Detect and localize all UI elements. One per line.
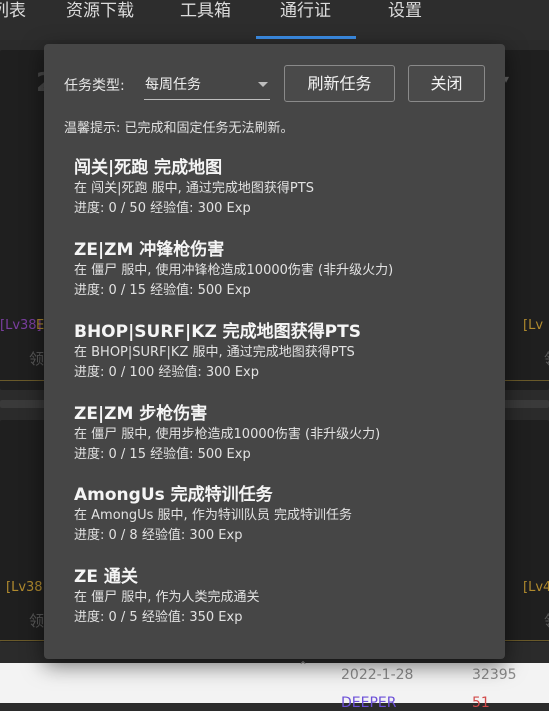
task-description: 在 僵尸 服中, 作为人类完成通关 [74,590,260,605]
task-type-select[interactable]: 每周任务 [144,68,270,100]
task-progress: 进度: 0 / 15 经验值: 500 Exp [74,283,251,298]
hint-text: 温馨提示: 已完成和固定任务无法刷新。 [64,121,294,136]
task-description: 在 僵尸 服中, 使用步枪造成10000伤害 (非升级火力) [74,427,381,442]
task-item: ZE|ZM 步枪伤害 在 僵尸 服中, 使用步枪造成10000伤害 (非升级火力… [74,404,494,465]
task-title: AmongUs 完成特训任务 [74,485,273,505]
task-title: ZE|ZM 冲锋枪伤害 [74,240,225,260]
task-description: 在 僵尸 服中, 使用冲锋枪造成10000伤害 (非升级火力) [74,263,394,278]
background-divider [505,640,549,641]
task-item: AmongUs 完成特训任务 在 AmongUs 服中, 作为特训队员 完成特训… [74,485,494,546]
task-description: 在 闯关|死跑 服中, 通过完成地图获得PTS [74,181,314,196]
background-level-left-1-tail: E [36,318,45,333]
task-title: BHOP|SURF|KZ 完成地图获得PTS [74,322,361,342]
task-refresh-dialog: 任务类型: 每周任务 刷新任务 关闭 温馨提示: 已完成和固定任务无法刷新。 闯… [44,44,505,659]
task-description: 在 AmongUs 服中, 作为特训队员 完成特训任务 [74,508,352,523]
background-table: ⌃ 2022-1-28 32395 DEEPER 51 [0,659,549,711]
background-level-right-1: [Lv [523,318,544,333]
background-sort-icon: ⌃ [298,659,309,673]
background-level-left-2: [Lv38 [6,580,43,595]
nav-item-toolbox[interactable]: 工具箱 [180,0,231,21]
task-item: ZE 通关 在 僵尸 服中, 作为人类完成通关 进度: 0 / 5 经验值: 3… [74,567,494,628]
refresh-tasks-button[interactable]: 刷新任务 [284,65,395,102]
close-button[interactable]: 关闭 [408,65,485,102]
task-progress: 进度: 0 / 8 经验值: 300 Exp [74,528,243,543]
task-progress: 进度: 0 / 5 经验值: 350 Exp [74,610,243,625]
background-claim-left-1: 领 [29,350,45,368]
background-row-name: DEEPER [341,695,397,711]
nav-item-settings[interactable]: 设置 [388,0,422,21]
task-type-label: 任务类型: [64,78,125,94]
task-progress: 进度: 0 / 100 经验值: 300 Exp [74,365,259,380]
nav-item-pass[interactable]: 通行证 [280,0,331,21]
background-divider [505,380,549,381]
task-progress: 进度: 0 / 15 经验值: 500 Exp [74,447,251,462]
top-nav: 列表 资源下载 工具箱 通行证 设置 [0,0,549,40]
nav-active-indicator [256,36,356,39]
task-description: 在 BHOP|SURF|KZ 服中, 通过完成地图获得PTS [74,345,355,360]
background-row-date: 2022-1-28 [341,667,414,683]
task-title: 闯关|死跑 完成地图 [74,158,223,178]
task-title: ZE|ZM 步枪伤害 [74,404,208,424]
background-row-score: 51 [472,695,490,711]
nav-item-list[interactable]: 列表 [0,0,26,21]
background-level-right-2: [Lv4 [523,580,549,595]
task-type-value: 每周任务 [145,77,201,93]
task-item: 闯关|死跑 完成地图 在 闯关|死跑 服中, 通过完成地图获得PTS 进度: 0… [74,158,494,219]
nav-item-downloads[interactable]: 资源下载 [66,0,134,21]
background-claim-right-1: 领 [544,348,549,369]
background-divider [0,380,44,381]
background-row-points: 32395 [472,667,517,683]
background-claim-right-2: 领 [544,610,549,631]
background-claim-left-2: 领 [29,612,45,630]
task-item: ZE|ZM 冲锋枪伤害 在 僵尸 服中, 使用冲锋枪造成10000伤害 (非升级… [74,240,494,301]
task-item: BHOP|SURF|KZ 完成地图获得PTS 在 BHOP|SURF|KZ 服中… [74,322,494,383]
background-divider [0,640,44,641]
caret-down-icon [258,82,268,87]
task-title: ZE 通关 [74,567,138,587]
task-progress: 进度: 0 / 50 经验值: 300 Exp [74,201,251,216]
